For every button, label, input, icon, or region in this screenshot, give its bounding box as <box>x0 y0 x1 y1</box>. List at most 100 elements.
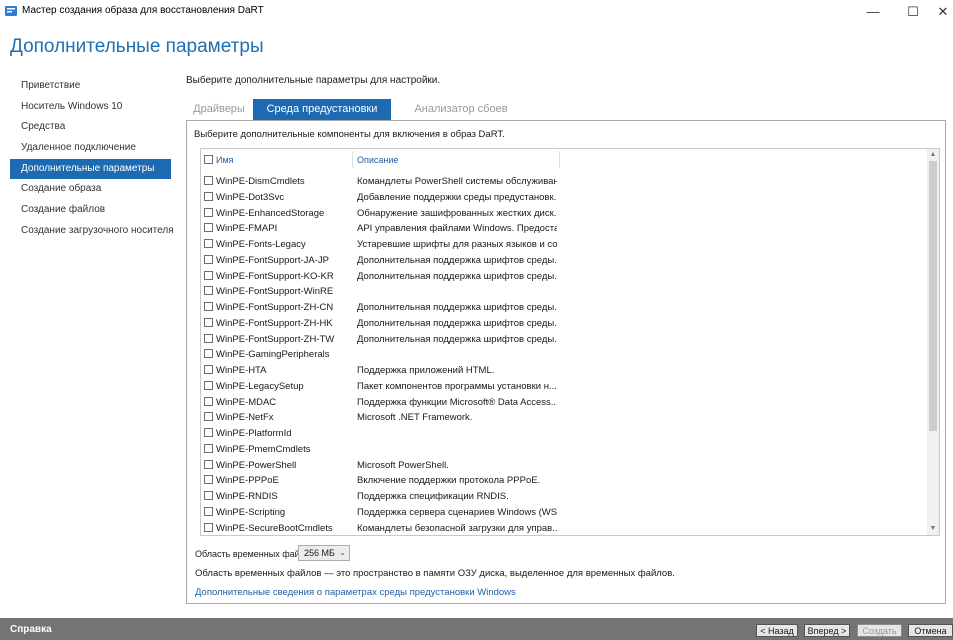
minimize-icon[interactable]: — <box>858 0 888 24</box>
back-button[interactable]: < Назад <box>756 624 798 637</box>
component-description: Поддержка приложений HTML. <box>357 365 495 376</box>
list-item[interactable]: WinPE-GamingPeripherals <box>201 347 926 363</box>
list-header: Имя Описание <box>201 149 926 171</box>
component-checkbox[interactable] <box>204 254 213 264</box>
nav-item-create-boot-media[interactable]: Создание загрузочного носителя <box>10 221 174 242</box>
window-title: Мастер создания образа для восстановлени… <box>22 5 264 16</box>
list-item[interactable]: WinPE-RNDIS Поддержка спецификации RNDIS. <box>201 489 926 505</box>
component-checkbox[interactable] <box>204 239 213 248</box>
component-checkbox[interactable] <box>204 506 213 516</box>
list-item[interactable]: WinPE-FontSupport-JA-JP Дополнительная по… <box>201 253 926 269</box>
component-name: WinPE-RNDIS <box>216 491 278 502</box>
list-item[interactable]: WinPE-PmemCmdlets <box>201 442 926 458</box>
scroll-thumb[interactable] <box>929 161 937 431</box>
component-checkbox[interactable] <box>204 349 213 359</box>
list-item[interactable]: WinPE-FontSupport-ZH-TW Дополнительная по… <box>201 332 926 348</box>
column-header-name[interactable]: Имя <box>216 155 234 165</box>
cancel-button[interactable]: Отмена <box>908 624 953 637</box>
component-checkbox[interactable] <box>204 317 213 327</box>
scroll-down-icon[interactable]: ▼ <box>927 523 939 535</box>
list-item[interactable]: WinPE-PlatformId <box>201 426 926 442</box>
maximize-icon[interactable]: ☐ <box>898 0 928 24</box>
component-checkbox[interactable] <box>204 302 213 311</box>
component-checkbox[interactable] <box>204 380 213 390</box>
component-checkbox[interactable] <box>204 522 213 532</box>
close-icon[interactable]: ✕ <box>928 0 953 24</box>
component-name: WinPE-MDAC <box>216 396 277 408</box>
component-checkbox[interactable] <box>204 491 213 500</box>
component-checkbox[interactable] <box>204 333 213 343</box>
component-description: Добавление поддержки среды предустановк.… <box>357 191 557 203</box>
component-name: WinPE-GamingPeripherals <box>216 349 330 361</box>
component-name: WinPE-FontSupport-ZH-CN <box>216 302 334 313</box>
list-item[interactable]: WinPE-DismCmdlets Командлеты PowerShell с… <box>201 174 926 190</box>
list-item[interactable]: WinPE-FMAPI API управления файлами Window… <box>201 221 926 237</box>
column-header-description[interactable]: Описание <box>357 155 398 165</box>
component-checkbox[interactable] <box>204 475 213 485</box>
list-item[interactable]: WinPE-Dot3Svc Добавление поддержки среды … <box>201 190 926 206</box>
component-name: WinPE-Scripting <box>216 506 286 518</box>
tab-drivers[interactable]: Драйверы <box>187 99 251 120</box>
list-item[interactable]: WinPE-FontSupport-ZH-HK Дополнительная по… <box>201 316 926 332</box>
component-description: Дополнительная поддержка шрифтов среды..… <box>357 317 557 329</box>
select-all-checkbox[interactable] <box>204 155 213 164</box>
list-item[interactable]: WinPE-HTA Поддержка приложений HTML. <box>201 363 926 379</box>
component-checkbox[interactable] <box>204 459 213 469</box>
next-button[interactable]: Вперед > <box>804 624 850 637</box>
nav-item-tools[interactable]: Средства <box>10 117 171 138</box>
component-name: WinPE-LegacySetup <box>216 380 304 392</box>
list-item[interactable]: WinPE-MDAC Поддержка функции Microsoft® D… <box>201 395 926 411</box>
tab-winpe[interactable]: Среда предустановки Windows <box>253 99 391 136</box>
nav-item-welcome[interactable]: Приветствие <box>10 76 171 97</box>
component-rows: WinPE-DismCmdlets Командлеты PowerShell с… <box>201 174 926 536</box>
scroll-up-icon[interactable]: ▲ <box>927 149 939 161</box>
component-description: Обнаружение зашифрованных жестких диск..… <box>357 207 557 219</box>
component-checkbox[interactable] <box>204 443 213 453</box>
list-item[interactable]: WinPE-LegacySetup Пакет компонентов прогр… <box>201 379 926 395</box>
list-scrollbar[interactable]: ▲ ▼ <box>927 149 939 535</box>
help-link[interactable]: Справка <box>10 624 52 635</box>
component-checkbox[interactable] <box>204 191 213 201</box>
component-description: Поддержка спецификации RNDIS. <box>357 491 509 502</box>
list-item[interactable]: WinPE-Fonts-Legacy Устаревшие шрифты для … <box>201 237 926 253</box>
component-description: Microsoft PowerShell. <box>357 459 449 471</box>
component-name: WinPE-FontSupport-KO-KR <box>216 270 334 282</box>
list-item[interactable]: WinPE-PPPoE Включение поддержки протокола… <box>201 473 926 489</box>
component-checkbox[interactable] <box>204 412 213 422</box>
component-checkbox[interactable] <box>204 270 213 280</box>
component-checkbox[interactable] <box>204 223 213 233</box>
list-item[interactable]: WinPE-SecureBootCmdlets Командлеты безопа… <box>201 521 926 536</box>
nav-item-remote-connection[interactable]: Удаленное подключение <box>10 138 171 159</box>
column-divider[interactable] <box>352 151 353 168</box>
list-item[interactable]: WinPE-FontSupport-WinRE <box>201 284 926 300</box>
list-item[interactable]: WinPE-FontSupport-KO-KR Дополнительная по… <box>201 269 926 285</box>
component-checkbox[interactable] <box>204 207 213 217</box>
nav-item-advanced-options[interactable]: Дополнительные параметры <box>10 158 171 180</box>
list-item[interactable]: WinPE-FontSupport-ZH-CN Дополнительная по… <box>201 300 926 316</box>
component-name: WinPE-PlatformId <box>216 428 292 439</box>
component-name: WinPE-FontSupport-ZH-HK <box>216 317 333 329</box>
nav-item-windows-media[interactable]: Носитель Windows 10 <box>10 97 171 118</box>
list-item[interactable]: WinPE-NetFx Microsoft .NET Framework. <box>201 410 926 426</box>
list-item[interactable]: WinPE-PowerShell Microsoft PowerShell. <box>201 458 926 474</box>
component-description: Microsoft .NET Framework. <box>357 412 473 424</box>
create-button[interactable]: Создать <box>857 624 902 637</box>
winpe-help-link[interactable]: Дополнительные сведения о параметрах сре… <box>195 587 516 598</box>
list-item[interactable]: WinPE-EnhancedStorage Обнаружение зашифро… <box>201 206 926 222</box>
component-checkbox[interactable] <box>204 396 213 406</box>
component-checkbox[interactable] <box>204 365 213 374</box>
component-checkbox[interactable] <box>204 286 213 296</box>
dart-app-icon <box>5 6 17 16</box>
component-name: WinPE-FontSupport-ZH-TW <box>216 333 335 345</box>
nav-item-create-files[interactable]: Создание файлов <box>10 200 171 221</box>
component-name: WinPE-Fonts-Legacy <box>216 239 306 250</box>
component-checkbox[interactable] <box>204 176 213 185</box>
tab-crash-analyzer[interactable]: Анализатор сбоев <box>393 99 529 120</box>
component-description: Дополнительная поддержка шрифтов среды..… <box>357 254 557 266</box>
list-item[interactable]: WinPE-Scripting Поддержка сервера сценари… <box>201 505 926 521</box>
winpe-panel: Выберите дополнительные компоненты для в… <box>186 120 946 604</box>
nav-item-create-image[interactable]: Создание образа <box>10 179 171 200</box>
component-checkbox[interactable] <box>204 428 213 437</box>
column-divider[interactable] <box>559 151 560 168</box>
temp-area-select[interactable]: 256 МБ ⌄ <box>298 545 350 561</box>
